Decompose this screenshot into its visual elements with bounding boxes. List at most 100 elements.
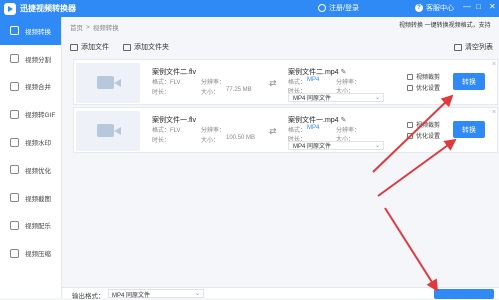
video-thumbnail	[76, 63, 140, 103]
optimize-settings-option[interactable]: 优化设置	[407, 131, 440, 140]
app-title: 迅捷视频转换器	[20, 4, 76, 13]
source-size: 77.25 MB	[226, 87, 252, 93]
chevron-down-icon: ⌄	[374, 143, 380, 149]
video-camera-icon	[97, 124, 121, 137]
add-folder-button[interactable]: 添加文件夹	[123, 42, 169, 52]
sidebar-item-label: 视频分割	[25, 56, 51, 64]
output-file-name[interactable]: 案例文件一.mp4 ✎	[288, 115, 346, 125]
sidebar-item-label: 视频转换	[25, 28, 51, 36]
compress-icon	[10, 248, 19, 258]
sidebar-item-label: 视频合并	[25, 84, 51, 92]
sidebar-item-label: 视频优化	[25, 167, 51, 175]
add-file-icon	[70, 43, 78, 51]
merge-icon	[10, 81, 19, 91]
output-resolution-label: 分辨率：	[336, 128, 361, 134]
clear-list-button[interactable]: 清空列表	[454, 42, 493, 52]
convert-button[interactable]: 转换	[453, 121, 485, 138]
bottom-bar: 输出格式： MP4 同原文件 ⌄	[62, 287, 499, 300]
help-label: 客服中心	[426, 5, 454, 12]
breadcrumb-home[interactable]: 首页	[70, 22, 83, 32]
output-format: MP4	[307, 125, 320, 131]
source-file-name: 案例文件二.flv	[152, 69, 196, 76]
source-resolution-label: 分辨率：	[201, 128, 226, 134]
sidebar-item-label: 视频截图	[25, 195, 51, 203]
trash-icon	[454, 43, 462, 51]
app-logo-icon	[4, 2, 16, 15]
output-format-label: 格式：	[288, 80, 307, 86]
login-link[interactable]: 注册/登录	[318, 3, 359, 13]
remove-file-button[interactable]: ×	[492, 61, 496, 68]
crop-icon	[407, 121, 413, 128]
global-output-format-select[interactable]: MP4 同原文件 ⌄	[108, 289, 204, 299]
sidebar-item-video-compress[interactable]: 视频压缩	[0, 239, 61, 267]
sidebar-item-video-split[interactable]: 视频分割	[0, 45, 61, 73]
sidebar-item-label: 视频水印	[25, 140, 51, 148]
watermark-icon	[10, 137, 19, 147]
sidebar-item-label: 视频压缩	[25, 251, 51, 259]
sidebar-item-video-screenshot[interactable]: 视频截图	[0, 184, 61, 212]
file-row: 案例文件二.flv 格式：FLV 分辨率： 时长： 大小： 77.25 MB ⇄…	[73, 59, 498, 105]
file-row: 案例文件一.flv 格式：FLV 分辨率： 时长： 大小： 100.50 MB …	[73, 107, 498, 153]
output-format-select-value: MP4 同原文件	[293, 96, 332, 102]
toolbar: 添加文件 添加文件夹	[70, 40, 499, 54]
video-convert-icon	[10, 26, 19, 36]
source-size-label: 大小：	[201, 90, 220, 96]
sidebar-item-label: 视频转GIF	[25, 112, 56, 120]
output-format-select[interactable]: MP4 同原文件 ⌄	[288, 141, 384, 150]
source-size: 100.50 MB	[226, 135, 256, 141]
source-duration-label: 时长：	[152, 138, 171, 144]
output-format-select[interactable]: MP4 同原文件 ⌄	[288, 93, 384, 102]
optimize-settings-option[interactable]: 优化设置	[407, 83, 440, 92]
convert-button[interactable]: 转换	[453, 73, 485, 90]
edit-pencil-icon[interactable]: ✎	[341, 69, 347, 76]
add-folder-label: 添加文件夹	[134, 44, 169, 51]
login-label: 注册/登录	[329, 5, 359, 12]
output-format-label: 输出格式：	[72, 293, 105, 300]
add-file-button[interactable]: 添加文件	[70, 42, 109, 52]
gif-icon	[10, 109, 19, 119]
chevron-down-icon: ⌄	[194, 291, 200, 297]
source-format: 格式：FLV	[152, 80, 181, 86]
settings-icon	[407, 84, 413, 91]
source-format: 格式：FLV	[152, 128, 181, 134]
global-output-format-value: MP4 同原文件	[112, 293, 151, 299]
minimize-button[interactable]: —	[463, 2, 471, 11]
help-icon: ?	[415, 4, 423, 12]
sidebar-item-video-watermark[interactable]: 视频水印	[0, 128, 61, 156]
user-icon	[318, 4, 326, 12]
annotation-arrow	[384, 207, 439, 292]
video-crop-label: 视频裁剪	[416, 75, 441, 81]
video-crop-option[interactable]: 视频裁剪	[407, 72, 440, 81]
feature-tagline: 视频转换 一键转换视频格式，支持	[399, 23, 491, 29]
help-center-link[interactable]: ? 客服中心	[415, 3, 454, 13]
optimize-icon	[10, 165, 19, 175]
breadcrumb-separator: >	[86, 23, 90, 31]
sidebar-item-video-music[interactable]: 视频配乐	[0, 212, 61, 240]
settings-icon	[407, 132, 413, 139]
video-crop-option[interactable]: 视频裁剪	[407, 120, 440, 129]
output-format-select-value: MP4 同原文件	[293, 144, 332, 150]
source-duration-label: 时长：	[152, 90, 171, 96]
sidebar-item-video-merge[interactable]: 视频合并	[0, 73, 61, 101]
video-camera-icon	[97, 76, 121, 89]
clear-list-label: 清空列表	[465, 44, 493, 51]
sidebar-item-video-optimize[interactable]: 视频优化	[0, 156, 61, 184]
shuffle-arrow-icon: ⇄	[269, 126, 277, 136]
sidebar-item-video-convert[interactable]: 视频转换	[0, 17, 61, 45]
video-crop-label: 视频裁剪	[416, 123, 441, 129]
screenshot-icon	[10, 193, 19, 203]
music-icon	[10, 220, 19, 230]
output-file-name[interactable]: 案例文件二.mp4 ✎	[288, 67, 346, 77]
maximize-button[interactable]: □	[476, 2, 481, 11]
edit-pencil-icon[interactable]: ✎	[341, 117, 347, 124]
source-file-name: 案例文件一.flv	[152, 117, 196, 124]
output-format: MP4	[307, 77, 320, 83]
breadcrumb-current: 视频转换	[92, 25, 119, 32]
remove-file-button[interactable]: ×	[492, 109, 496, 116]
shuffle-arrow-icon: ⇄	[269, 78, 277, 88]
folder-icon	[123, 43, 131, 51]
sidebar-item-video-gif[interactable]: 视频转GIF	[0, 100, 61, 128]
output-file-name-text: 案例文件二.mp4	[288, 69, 339, 76]
close-window-button[interactable]: ✕	[489, 2, 496, 11]
optimize-settings-label: 优化设置	[416, 134, 441, 140]
